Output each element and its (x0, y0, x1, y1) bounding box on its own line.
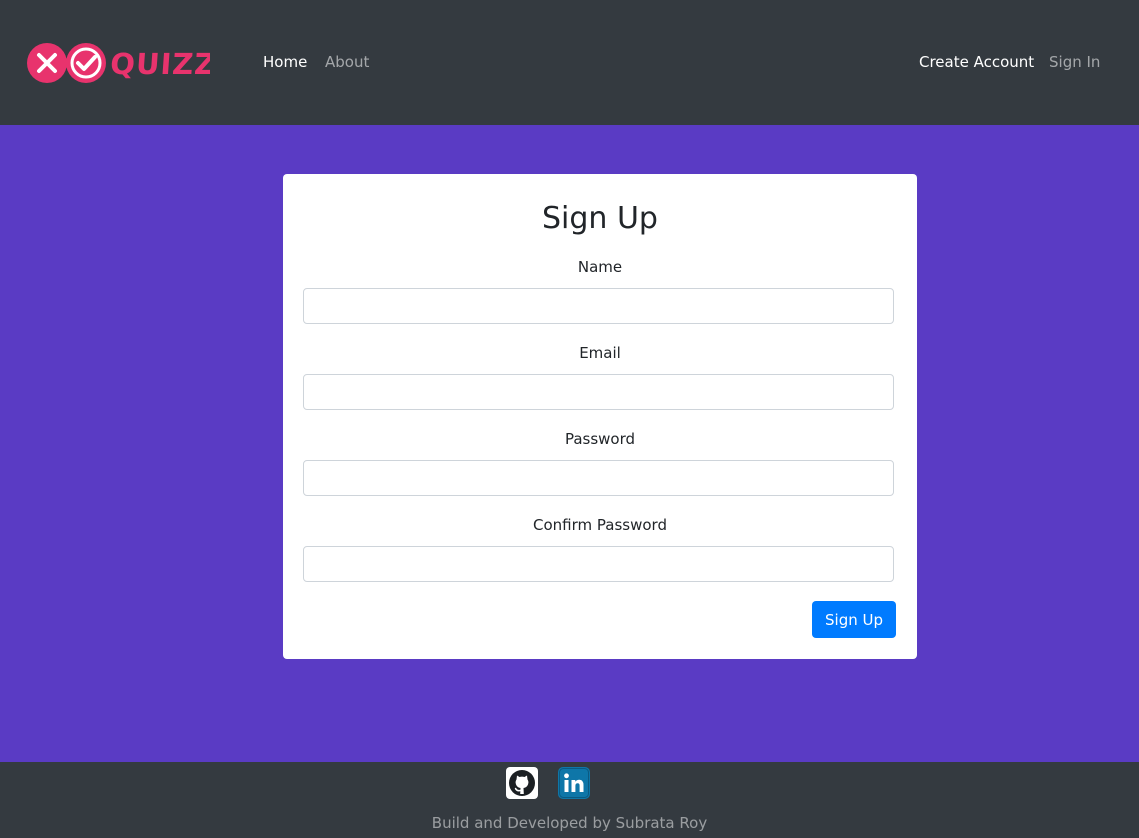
password-field[interactable] (303, 460, 894, 496)
github-icon (506, 767, 538, 799)
linkedin-icon (558, 767, 590, 799)
nav-home-link[interactable]: Home (263, 52, 307, 72)
footer-credit: Build and Developed by Subrata Roy (431, 814, 708, 832)
email-label: Email (579, 344, 621, 362)
password-label: Password (564, 430, 636, 448)
nav-about-link[interactable]: About (325, 52, 369, 72)
navbar: QUIZZY Home About Create Account Sign In (0, 0, 1139, 125)
quizzy-logo-graphic: QUIZZY (27, 43, 240, 83)
name-field[interactable] (303, 288, 894, 324)
form-title: Sign Up (542, 201, 658, 236)
sign-up-button[interactable]: Sign Up (812, 601, 896, 638)
signup-card: Sign Up Name Email Password Confirm Pass… (283, 174, 917, 659)
confirm-password-label: Confirm Password (533, 516, 667, 534)
name-label: Name (577, 258, 623, 276)
github-link[interactable] (506, 767, 538, 799)
confirm-password-field[interactable] (303, 546, 894, 582)
footer: Build and Developed by Subrata Roy (0, 762, 1139, 838)
email-field[interactable] (303, 374, 894, 410)
nav-create-account-link[interactable]: Create Account (919, 52, 1034, 72)
nav-sign-in-link[interactable]: Sign In (1049, 52, 1100, 72)
brand-logo[interactable]: QUIZZY (26, 41, 240, 85)
brand-wordmark: QUIZZY (109, 47, 210, 81)
linkedin-link[interactable] (558, 767, 590, 799)
